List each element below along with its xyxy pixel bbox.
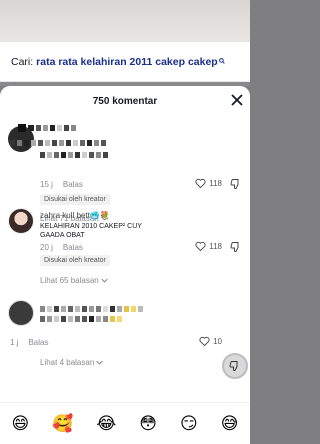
background-blur: [0, 0, 250, 42]
view-replies-button[interactable]: Lihat 4 balasan: [40, 358, 103, 367]
like-count: 118: [209, 178, 222, 188]
comment-meta: 15 j Balas: [40, 180, 83, 189]
heart-icon: [195, 241, 206, 251]
view-replies-label: Lihat 4 balasan: [40, 358, 95, 367]
emoji-bar: 😄 🥰 😂 😳 😏 😅: [0, 402, 250, 444]
avatar[interactable]: [8, 208, 34, 234]
pixelated-username: [18, 124, 76, 132]
comment-meta: 1 j Balas: [10, 338, 48, 347]
emoji-button[interactable]: 😅: [221, 414, 239, 434]
comment-age: 1 j: [10, 338, 19, 347]
dislike-icon[interactable]: [230, 241, 242, 253]
emoji-button[interactable]: 😂: [96, 414, 116, 434]
emoji-button[interactable]: 😄: [12, 414, 30, 434]
close-icon[interactable]: [230, 93, 244, 107]
comments-header: 750 komentar: [0, 86, 250, 118]
avatar[interactable]: [8, 300, 34, 326]
comment-age: 20 j: [40, 243, 53, 252]
reply-button[interactable]: Balas: [63, 243, 83, 252]
like-count: 118: [209, 241, 222, 251]
heart-icon: [199, 336, 210, 346]
comment-item: 1 j Balas 10 Lihat 4 balasan: [0, 300, 250, 400]
comment-meta: 20 j Balas: [40, 243, 83, 252]
liked-by-creator-badge: Disukai oleh kreator: [40, 255, 110, 266]
comment-text-line: GAADA OBAT: [40, 232, 85, 239]
emoji-button[interactable]: 😳: [139, 414, 157, 434]
floating-dislike-button[interactable]: [222, 353, 248, 379]
dislike-icon[interactable]: [230, 178, 242, 190]
search-query-link[interactable]: rata rata kelahiran 2011 cakep cakep: [36, 56, 218, 68]
like-count: 10: [213, 336, 222, 346]
chevron-down-icon: [96, 360, 103, 365]
like-button[interactable]: 10: [199, 336, 222, 346]
comments-sheet: 750 komentar 15 j Balas 118 Disukai oleh…: [0, 86, 250, 444]
like-button[interactable]: 118: [195, 241, 222, 251]
search-prefix: Cari:: [11, 55, 34, 68]
comment-age: 15 j: [40, 180, 53, 189]
comment-text-line: KELAHIRAN 2010 CAKEP² CUY: [40, 223, 142, 230]
like-button[interactable]: 118: [195, 178, 222, 188]
chevron-down-icon: [101, 278, 108, 283]
pixelated-comment-text: [10, 140, 108, 158]
reply-button[interactable]: Balas: [63, 180, 83, 189]
view-replies-label: Lihat 65 balasan: [40, 276, 99, 285]
search-bar[interactable]: Cari: rata rata kelahiran 2011 cakep cak…: [0, 42, 250, 82]
pixelated-comment-text: [40, 306, 143, 322]
dislike-icon: [229, 360, 238, 372]
emoji-button[interactable]: 🥰: [52, 414, 73, 434]
liked-by-creator-badge: Disukai oleh kreator: [40, 194, 110, 205]
heart-icon: [195, 178, 206, 188]
reply-button[interactable]: Balas: [28, 338, 48, 347]
comment-username[interactable]: zahra kull bett🥶💐: [40, 211, 110, 220]
search-icon: [218, 57, 225, 66]
emoji-button[interactable]: 😏: [180, 414, 198, 434]
view-replies-button[interactable]: Lihat 65 balasan: [40, 276, 108, 285]
comment-text: KELAHIRAN 2010 CAKEP² CUY GAADA OBAT: [40, 222, 142, 240]
comment-count: 750 komentar: [92, 96, 158, 107]
